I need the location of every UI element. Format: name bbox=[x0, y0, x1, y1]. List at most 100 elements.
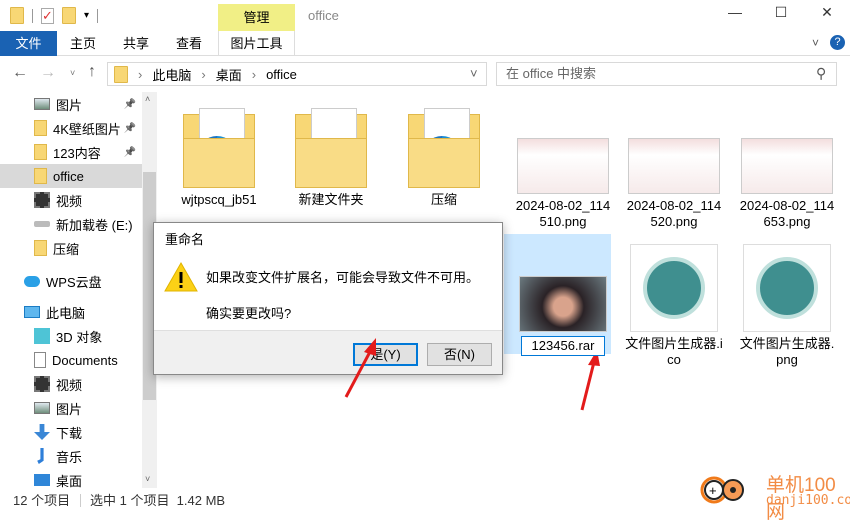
customize-dropdown-icon[interactable]: ▾ bbox=[84, 10, 89, 21]
navigation-pane: 图片 📌 4K壁纸图片 📌 123内容 📌 office 视频 新加载卷 (E:) 压缩 WPS云盘… bbox=[0, 92, 142, 489]
dialog-message: 如果改变文件扩展名，可能会导致文件不可用。 bbox=[206, 270, 480, 285]
computer-icon bbox=[24, 306, 40, 318]
red-arrow-icon bbox=[580, 350, 600, 411]
image-thumbnail bbox=[519, 276, 607, 332]
sidebar-item[interactable]: 视频 bbox=[0, 188, 142, 212]
file-item[interactable]: wjtpscq_jb51 bbox=[165, 100, 273, 208]
image-thumbnail bbox=[517, 138, 609, 194]
sidebar-item-label: 3D 对象 bbox=[56, 329, 103, 345]
file-name: 2024-08-02_114510.png bbox=[515, 198, 611, 229]
file-item[interactable]: 文件图片生成器.png bbox=[733, 236, 841, 368]
file-name: 2024-08-02_114653.png bbox=[739, 198, 835, 229]
document-icon bbox=[34, 352, 46, 368]
folder-icon bbox=[183, 108, 255, 188]
recent-dropdown-icon[interactable]: ˅ bbox=[70, 68, 75, 78]
dialog-footer: 是(Y) 否(N) bbox=[154, 330, 502, 374]
file-item[interactable]: 2024-08-02_114510.png bbox=[509, 100, 617, 230]
forward-icon[interactable]: → bbox=[40, 64, 56, 82]
sidebar-item-label: 123内容 bbox=[53, 145, 101, 161]
tab-picture-tools[interactable]: 图片工具 bbox=[218, 31, 295, 56]
folder-icon bbox=[34, 120, 47, 136]
svg-text:+: + bbox=[709, 483, 717, 498]
folder-icon bbox=[408, 108, 480, 188]
no-button[interactable]: 否(N) bbox=[427, 343, 492, 366]
scroll-up-icon[interactable]: ˄ bbox=[145, 94, 150, 104]
rename-dialog: 重命名 如果改变文件扩展名，可能会导致文件不可用。 确实要更改吗? 是(Y) 否… bbox=[153, 222, 503, 375]
folder-icon bbox=[295, 108, 367, 188]
sidebar-item[interactable]: 此电脑 bbox=[0, 300, 142, 324]
pin-icon[interactable]: 📌 bbox=[124, 147, 136, 158]
close-button[interactable]: ✕ bbox=[804, 4, 850, 26]
sidebar-item[interactable]: 图片 📌 bbox=[0, 92, 142, 116]
manage-context-tab[interactable]: 管理 bbox=[218, 4, 295, 31]
cloud-icon bbox=[24, 275, 40, 287]
breadcrumb-item[interactable]: 桌面 bbox=[216, 65, 242, 84]
breadcrumb-item[interactable]: 此电脑 bbox=[152, 65, 191, 84]
file-name: 2024-08-02_114520.png bbox=[626, 198, 722, 229]
minimize-button[interactable]: — bbox=[712, 4, 758, 26]
music-icon bbox=[37, 448, 44, 464]
sidebar-item-label: 4K壁纸图片 bbox=[53, 121, 121, 137]
help-icon[interactable]: ? bbox=[830, 35, 845, 50]
sidebar-item[interactable]: WPS云盘 bbox=[0, 269, 142, 293]
breadcrumb-item[interactable]: office bbox=[266, 67, 297, 82]
file-name: 新建文件夹 bbox=[298, 192, 364, 207]
sidebar-item[interactable]: office bbox=[0, 164, 142, 188]
sidebar-item-label: 音乐 bbox=[56, 449, 83, 465]
sidebar-item[interactable]: 123内容 📌 bbox=[0, 140, 142, 164]
sidebar-item-label: office bbox=[53, 168, 84, 184]
sidebar-item[interactable]: 下载 bbox=[0, 420, 142, 444]
search-icon[interactable]: ⚲ bbox=[816, 65, 826, 82]
dropdown-icon[interactable]: ˅ bbox=[470, 66, 478, 81]
tab-file[interactable]: 文件 bbox=[0, 31, 57, 56]
new-folder-icon[interactable] bbox=[62, 7, 76, 24]
search-input[interactable]: 在 office 中搜索 bbox=[496, 62, 837, 86]
file-item[interactable]: 123456.rar bbox=[504, 234, 617, 356]
sidebar-item-label: 图片 bbox=[56, 97, 83, 113]
tab-home[interactable]: 主页 bbox=[60, 31, 106, 56]
scroll-down-icon[interactable]: ˅ bbox=[145, 474, 150, 484]
sidebar-item-label: 视频 bbox=[56, 377, 83, 393]
sidebar-item-label: 新加载卷 (E:) bbox=[56, 217, 133, 233]
file-item[interactable]: 文件图片生成器.ico bbox=[620, 236, 728, 368]
sidebar-item[interactable]: 新加载卷 (E:) bbox=[0, 212, 142, 236]
divider bbox=[80, 494, 81, 507]
file-name: 文件图片生成器.png bbox=[739, 336, 835, 367]
pin-icon[interactable]: 📌 bbox=[124, 123, 136, 134]
up-icon[interactable]: ↑ bbox=[88, 63, 96, 81]
file-item[interactable]: 2024-08-02_114653.png bbox=[733, 100, 841, 230]
rename-input[interactable]: 123456.rar bbox=[521, 336, 605, 356]
sidebar-item[interactable]: 3D 对象 bbox=[0, 324, 142, 348]
file-name: wjtpscq_jb51 bbox=[181, 192, 257, 207]
chevron-right-icon: › bbox=[138, 66, 143, 82]
sidebar-item[interactable]: 图片 bbox=[0, 396, 142, 420]
video-icon bbox=[34, 192, 50, 208]
image-thumbnail bbox=[628, 138, 720, 194]
tab-share[interactable]: 共享 bbox=[113, 31, 159, 56]
sidebar-item-label: 下载 bbox=[56, 425, 83, 441]
maximize-button[interactable]: ☐ bbox=[758, 4, 804, 26]
tab-view[interactable]: 查看 bbox=[166, 31, 212, 56]
pictures-icon bbox=[34, 402, 50, 414]
file-item[interactable]: 压缩 bbox=[390, 100, 498, 208]
pin-icon[interactable]: 📌 bbox=[124, 99, 136, 110]
file-name: 文件图片生成器.ico bbox=[625, 336, 723, 367]
collapse-ribbon-icon[interactable]: ˅ bbox=[812, 36, 819, 50]
sidebar-item[interactable]: 视频 bbox=[0, 372, 142, 396]
back-icon[interactable]: ← bbox=[12, 64, 28, 82]
file-item[interactable]: 2024-08-02_114520.png bbox=[620, 100, 728, 230]
divider bbox=[97, 8, 99, 23]
sidebar-item[interactable]: 压缩 bbox=[0, 236, 142, 260]
sidebar-item[interactable]: Documents bbox=[0, 348, 142, 372]
image-thumbnail bbox=[741, 138, 833, 194]
file-item[interactable]: 新建文件夹 bbox=[277, 100, 385, 208]
sidebar-item-label: WPS云盘 bbox=[46, 274, 102, 290]
yes-button[interactable]: 是(Y) bbox=[353, 343, 418, 366]
dialog-title: 重命名 bbox=[165, 232, 205, 247]
properties-icon[interactable]: ✓ bbox=[41, 7, 54, 24]
address-bar[interactable]: › 此电脑 › 桌面 › office bbox=[107, 62, 487, 86]
folder-icon bbox=[114, 65, 128, 83]
sidebar-item[interactable]: 4K壁纸图片 📌 bbox=[0, 116, 142, 140]
3d-icon bbox=[34, 328, 50, 344]
sidebar-item[interactable]: 音乐 bbox=[0, 444, 142, 468]
